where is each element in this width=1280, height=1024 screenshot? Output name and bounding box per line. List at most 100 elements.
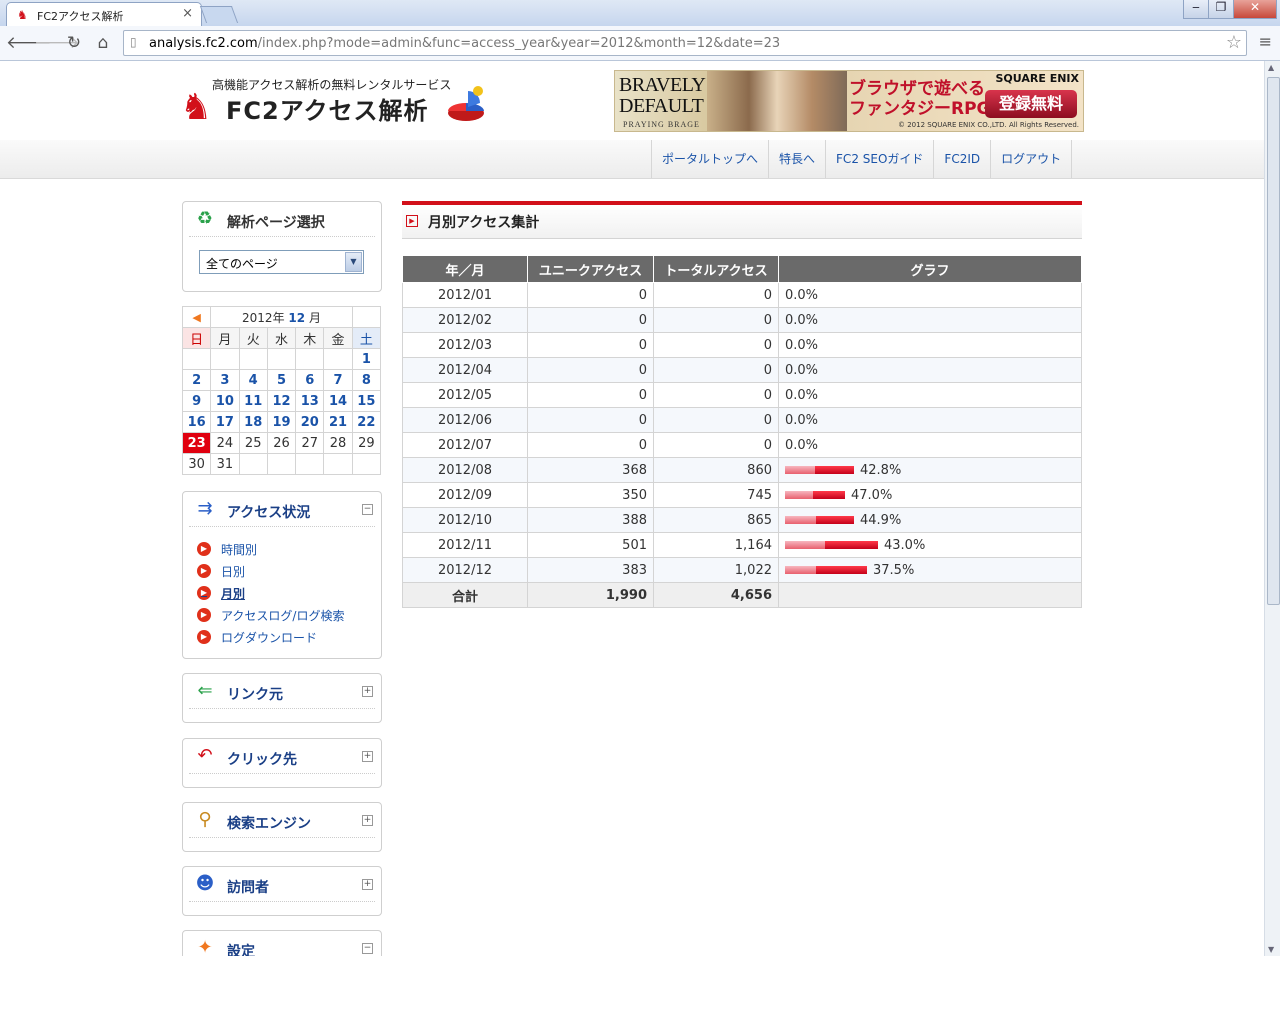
total-total: 4,656 — [653, 582, 779, 608]
calendar-day-link[interactable]: 7 — [323, 369, 353, 391]
cell-month: 2012/10 — [402, 507, 528, 533]
nav-logout[interactable]: ログアウト — [990, 140, 1073, 178]
cell-total: 0 — [653, 307, 779, 333]
table-row: 2012/02 0 0 0.0% — [402, 307, 1082, 333]
new-tab-button[interactable] — [199, 6, 239, 23]
nav-fc2id[interactable]: FC2ID — [933, 140, 990, 178]
calendar-year: 2012 — [242, 310, 273, 325]
cell-unique: 350 — [527, 482, 654, 508]
expand-toggle-icon[interactable]: + — [362, 751, 373, 762]
visitor-icon: ☻ — [195, 873, 215, 894]
calendar-day-link[interactable]: 12 — [266, 390, 297, 412]
access-menu-item[interactable]: ▶ ログダウンロード — [197, 626, 344, 648]
access-menu-item[interactable]: ▶ アクセスログ/ログ検索 — [197, 604, 344, 626]
banner-register-button[interactable]: 登録無料 — [985, 90, 1077, 118]
nav-features[interactable]: 特長へ — [768, 140, 825, 178]
chevron-down-icon[interactable]: ▼ — [345, 252, 362, 272]
address-bar[interactable]: ▯ analysis.fc2.com/index.php?mode=admin&… — [123, 30, 1247, 56]
expand-toggle-icon[interactable]: + — [362, 879, 373, 890]
calendar-day-link[interactable]: 20 — [295, 411, 325, 433]
calendar-day-link[interactable]: 21 — [323, 411, 353, 433]
access-menu-item[interactable]: ▶ 時間別 — [197, 538, 344, 560]
calendar-day-link[interactable]: 14 — [323, 390, 353, 412]
sidebar-section-title[interactable]: 訪問者 — [227, 877, 269, 897]
forward-arrow-icon[interactable]: 🡒 — [34, 32, 80, 54]
main-panel-header: ▶ 月別アクセス集計 — [402, 201, 1082, 239]
access-menu: ▶ 時間別 ▶ 日別 ▶ 月別 ▶ アクセスログ/ログ検索 ▶ ログダウンロード — [197, 538, 344, 648]
expand-toggle-icon[interactable]: + — [362, 686, 373, 697]
calendar-day-link[interactable]: 22 — [351, 411, 382, 433]
fc2-logo-icon[interactable]: ♞ — [180, 87, 212, 128]
calendar-day-link[interactable]: 15 — [351, 390, 382, 412]
calendar-day: 30 — [181, 453, 212, 475]
calendar-month-title: 2012年 12 月 — [210, 306, 353, 328]
scrollbar-thumb[interactable] — [1267, 77, 1280, 605]
home-icon[interactable]: ⌂ — [92, 32, 114, 54]
calendar-day-link[interactable]: 1 — [351, 348, 382, 370]
vertical-scrollbar[interactable]: ▲ ▼ — [1264, 61, 1280, 956]
calendar-day-link[interactable]: 4 — [238, 369, 268, 391]
calendar-empty-cell — [266, 453, 297, 475]
page-icon: ▯ — [130, 35, 137, 49]
global-nav: ポータルトップへ 特長へ FC2 SEOガイド FC2ID ログアウト — [0, 140, 1264, 179]
calendar-day-link[interactable]: 3 — [210, 369, 240, 391]
bookmark-star-icon[interactable]: ☆ — [1226, 32, 1242, 53]
sidebar-section-title[interactable]: 設定 — [227, 941, 255, 956]
expand-toggle-icon[interactable]: + — [362, 815, 373, 826]
calendar-day-link[interactable]: 6 — [295, 369, 325, 391]
access-menu-item[interactable]: ▶ 日別 — [197, 560, 344, 582]
access-bar — [785, 491, 845, 499]
cell-total: 0 — [653, 432, 779, 458]
calendar-day-link[interactable]: 11 — [238, 390, 268, 412]
ad-banner[interactable]: BRAVELY DEFAULT PRAYING BRAGE ブラウザで遊べる ファン… — [614, 70, 1084, 132]
browser-menu-icon[interactable]: ≡ — [1259, 32, 1272, 51]
calendar-day-link[interactable]: 19 — [266, 411, 297, 433]
calendar-day-today[interactable]: 23 — [181, 432, 212, 454]
calendar-day-link[interactable]: 16 — [181, 411, 212, 433]
cell-unique: 0 — [527, 307, 654, 333]
access-menu-item[interactable]: ▶ 月別 — [197, 582, 344, 604]
expand-toggle-icon[interactable]: − — [362, 943, 373, 954]
access-status-title[interactable]: アクセス状況 — [227, 502, 310, 522]
table-row: 2012/12 383 1,022 37.5% — [402, 557, 1082, 583]
nav-portal-top[interactable]: ポータルトップへ — [651, 140, 768, 178]
calendar-empty-cell — [295, 453, 325, 475]
close-tab-icon[interactable]: × — [182, 6, 193, 21]
sidebar-section-title[interactable]: 検索エンジン — [227, 813, 311, 833]
restore-window-button[interactable]: ❐ — [1208, 0, 1234, 19]
calendar-day-link[interactable]: 18 — [238, 411, 268, 433]
calendar-day-link[interactable]: 2 — [181, 369, 212, 391]
close-window-button[interactable]: ✕ — [1233, 0, 1277, 19]
calendar-day: 25 — [238, 432, 268, 454]
table-row: 2012/07 0 0 0.0% — [402, 432, 1082, 458]
cell-graph: 44.9% — [778, 507, 1082, 533]
scroll-up-icon[interactable]: ▲ — [1268, 63, 1274, 72]
banner-game-subtitle: PRAYING BRAGE — [623, 120, 700, 129]
page-select-dropdown[interactable]: 全てのページ ▼ — [199, 250, 364, 274]
cell-month: 2012/11 — [402, 532, 528, 558]
calendar-year-suffix: 年 — [272, 310, 285, 325]
scroll-down-icon[interactable]: ▼ — [1268, 945, 1274, 954]
table-row: 2012/05 0 0 0.0% — [402, 382, 1082, 408]
back-arrow-icon[interactable]: 🡐 — [6, 32, 52, 54]
calendar-day: 31 — [210, 453, 240, 475]
pie-chart-logo-icon — [448, 86, 484, 121]
calendar-day-link[interactable]: 9 — [181, 390, 212, 412]
settings-icon: ✦ — [197, 937, 213, 957]
prev-month-icon[interactable]: ◀ — [181, 306, 212, 328]
reload-icon[interactable]: ↻ — [63, 32, 85, 54]
site-logo[interactable]: FC2アクセス解析 — [226, 91, 429, 126]
collapse-toggle-icon[interactable]: − — [362, 504, 373, 515]
calendar-day-link[interactable]: 8 — [351, 369, 382, 391]
calendar-day-link[interactable]: 17 — [210, 411, 240, 433]
browser-tab[interactable]: ♞ FC2アクセス解析 × — [6, 2, 202, 27]
window-bottom-area — [0, 956, 1280, 1024]
minimize-window-button[interactable]: ‒ — [1183, 0, 1209, 19]
calendar-day-link[interactable]: 10 — [210, 390, 240, 412]
calendar-day-link[interactable]: 5 — [266, 369, 297, 391]
cell-unique: 0 — [527, 282, 654, 308]
sidebar-section-title[interactable]: クリック先 — [227, 749, 297, 769]
sidebar-section-title[interactable]: リンク元 — [227, 684, 283, 704]
nav-seo-guide[interactable]: FC2 SEOガイド — [825, 140, 933, 178]
calendar-day-link[interactable]: 13 — [295, 390, 325, 412]
